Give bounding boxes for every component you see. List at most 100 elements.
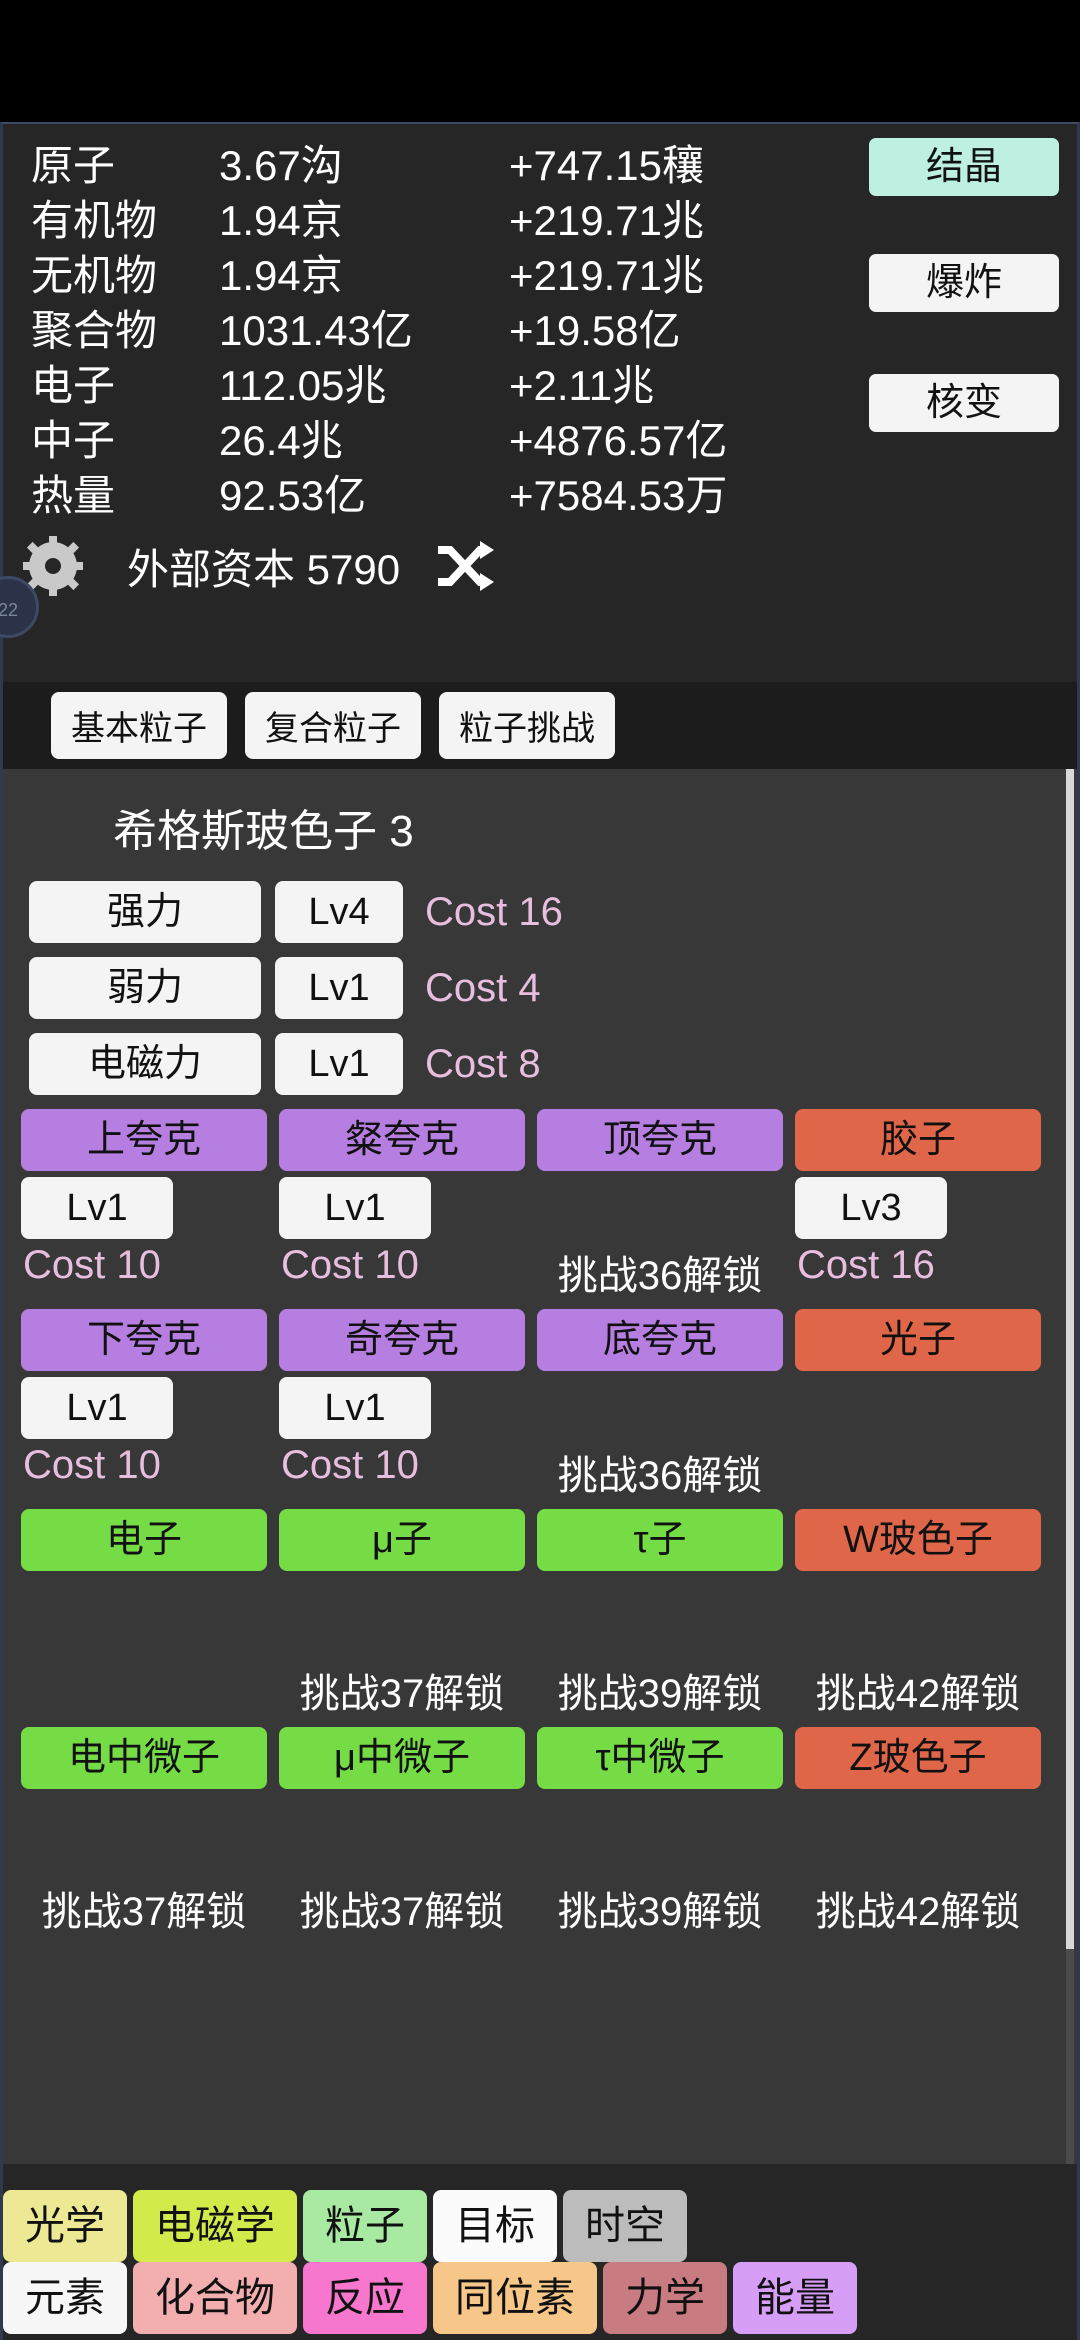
resource-value: 1.94京 xyxy=(219,252,343,299)
explode-button[interactable]: 爆炸 xyxy=(869,254,1059,312)
particle-tab-bar: 基本粒子 复合粒子 粒子挑战 xyxy=(0,682,1080,769)
particle-note-row: 挑战37解锁 挑战39解锁 挑战42解锁 xyxy=(21,1661,1077,1719)
nav-button-spacetime[interactable]: 时空 xyxy=(563,2190,687,2262)
particle-cell: 上夸克 Lv1 xyxy=(21,1109,267,1239)
particle-note-row: Cost 10 Cost 10 挑战36解锁 Cost 16 xyxy=(21,1243,1077,1301)
particle-note-muon-neutrino: 挑战37解锁 xyxy=(299,1890,505,1934)
resource-panel: 22 原子 3.67沟 +747.15穰 有机物 1.94京 +219.71兆 … xyxy=(0,122,1080,682)
force-button-electromagnetic[interactable]: 电磁力 xyxy=(29,1033,261,1095)
particle-cell: 下夸克 Lv1 xyxy=(21,1309,267,1439)
particle-level-placeholder xyxy=(537,1171,783,1239)
resource-value: 1031.43亿 xyxy=(219,307,413,354)
particle-note-electron-neutrino: 挑战37解锁 xyxy=(41,1890,247,1934)
particle-level-down-quark[interactable]: Lv1 xyxy=(21,1377,173,1439)
particle-button-tau-neutrino[interactable]: τ中微子 xyxy=(537,1727,783,1789)
bottom-nav-row-1: 光学 电磁学 粒子 目标 时空 xyxy=(3,2164,1077,2262)
fusion-button[interactable]: 核变 xyxy=(869,374,1059,432)
nav-button-particles[interactable]: 粒子 xyxy=(303,2190,427,2262)
scrollbar-thumb[interactable] xyxy=(1066,769,1074,1949)
grid-gap xyxy=(21,1789,1077,1875)
resource-name: 中子 xyxy=(31,417,116,464)
particle-button-photon[interactable]: 光子 xyxy=(795,1309,1041,1371)
particle-cell: μ子 xyxy=(279,1509,525,1571)
nav-button-elements[interactable]: 元素 xyxy=(3,2262,127,2334)
nav-button-mechanics[interactable]: 力学 xyxy=(603,2262,727,2334)
nav-button-energy[interactable]: 能量 xyxy=(733,2262,857,2334)
particle-button-electron-neutrino[interactable]: 电中微子 xyxy=(21,1727,267,1789)
particle-button-tau[interactable]: τ子 xyxy=(537,1509,783,1571)
particle-level-placeholder xyxy=(537,1371,783,1439)
tab-particle-challenges[interactable]: 粒子挑战 xyxy=(439,692,615,759)
particle-button-muon-neutrino[interactable]: μ中微子 xyxy=(279,1727,525,1789)
particle-grid-row: 电子 μ子 τ子 W玻色子 xyxy=(21,1509,1077,1571)
particle-button-z-boson[interactable]: Z玻色子 xyxy=(795,1727,1041,1789)
force-button-strong[interactable]: 强力 xyxy=(29,881,261,943)
particle-level-up-quark[interactable]: Lv1 xyxy=(21,1177,173,1239)
particle-note-row: 挑战37解锁 挑战37解锁 挑战39解锁 挑战42解锁 xyxy=(21,1879,1077,1937)
particle-button-top-quark[interactable]: 顶夸克 xyxy=(537,1109,783,1171)
particle-cell: μ中微子 xyxy=(279,1727,525,1789)
force-row: 强力 Lv4 Cost 16 xyxy=(3,881,1077,943)
tab-composite-particles[interactable]: 复合粒子 xyxy=(245,692,421,759)
nav-button-goals[interactable]: 目标 xyxy=(433,2190,557,2262)
force-row: 电磁力 Lv1 Cost 8 xyxy=(3,1033,1077,1095)
particle-button-charm-quark[interactable]: 粲夸克 xyxy=(279,1109,525,1171)
particle-button-gluon[interactable]: 胶子 xyxy=(795,1109,1041,1171)
particle-note-row: Cost 10 Cost 10 挑战36解锁 xyxy=(21,1443,1077,1501)
particle-button-strange-quark[interactable]: 奇夸克 xyxy=(279,1309,525,1371)
resource-name: 电子 xyxy=(31,362,116,409)
particle-button-up-quark[interactable]: 上夸克 xyxy=(21,1109,267,1171)
resource-name: 聚合物 xyxy=(31,307,158,354)
nav-button-compounds[interactable]: 化合物 xyxy=(133,2262,297,2334)
resource-rate: +19.58亿 xyxy=(509,307,681,354)
particle-button-bottom-quark[interactable]: 底夸克 xyxy=(537,1309,783,1371)
resource-name: 有机物 xyxy=(31,197,158,244)
status-bar xyxy=(0,0,1080,122)
particle-note-up-quark: Cost 10 xyxy=(23,1243,161,1287)
nav-button-reactions[interactable]: 反应 xyxy=(303,2262,427,2334)
force-cost-strong: Cost 16 xyxy=(425,889,563,934)
particle-level-charm-quark[interactable]: Lv1 xyxy=(279,1177,431,1239)
external-capital-label: 外部资本 5790 xyxy=(127,545,401,593)
force-level-weak[interactable]: Lv1 xyxy=(275,957,403,1019)
particle-cell: 顶夸克 xyxy=(537,1109,783,1239)
particle-note-muon: 挑战37解锁 xyxy=(299,1672,505,1716)
particle-cell: 胶子 Lv3 xyxy=(795,1109,1041,1239)
particle-cell: 电子 xyxy=(21,1509,267,1571)
page-title: 希格斯玻色子 3 xyxy=(113,807,414,856)
resource-value: 26.4兆 xyxy=(219,417,343,464)
tab-elementary-particles[interactable]: 基本粒子 xyxy=(51,692,227,759)
shuffle-icon[interactable] xyxy=(436,541,495,591)
particle-grid-row: 下夸克 Lv1 奇夸克 Lv1 底夸克 光子 xyxy=(21,1309,1077,1439)
force-level-electromagnetic[interactable]: Lv1 xyxy=(275,1033,403,1095)
particle-cell: τ子 xyxy=(537,1509,783,1571)
crystallize-button[interactable]: 结晶 xyxy=(869,138,1059,196)
resource-value: 112.05兆 xyxy=(219,362,387,409)
particle-note-charm-quark: Cost 10 xyxy=(281,1243,419,1287)
force-level-strong[interactable]: Lv4 xyxy=(275,881,403,943)
particle-level-gluon[interactable]: Lv3 xyxy=(795,1177,947,1239)
particle-note-tau: 挑战39解锁 xyxy=(557,1672,763,1716)
bottom-nav-row-2: 元素 化合物 反应 同位素 力学 能量 xyxy=(3,2262,1077,2334)
particle-button-muon[interactable]: μ子 xyxy=(279,1509,525,1571)
nav-button-optics[interactable]: 光学 xyxy=(3,2190,127,2262)
force-row: 弱力 Lv1 Cost 4 xyxy=(3,957,1077,1019)
force-button-weak[interactable]: 弱力 xyxy=(29,957,261,1019)
particle-level-placeholder xyxy=(795,1371,1041,1439)
resource-name: 无机物 xyxy=(31,252,158,299)
resource-rate: +7584.53万 xyxy=(509,472,728,519)
nav-button-isotopes[interactable]: 同位素 xyxy=(433,2262,597,2334)
particle-level-strange-quark[interactable]: Lv1 xyxy=(279,1377,431,1439)
resource-name: 原子 xyxy=(31,142,116,189)
particle-button-w-boson[interactable]: W玻色子 xyxy=(795,1509,1041,1571)
particle-button-electron[interactable]: 电子 xyxy=(21,1509,267,1571)
particle-cell: 粲夸克 Lv1 xyxy=(279,1109,525,1239)
nav-button-electromagnetism[interactable]: 电磁学 xyxy=(133,2190,297,2262)
app-screen: 22 原子 3.67沟 +747.15穰 有机物 1.94京 +219.71兆 … xyxy=(0,0,1080,2340)
particle-note-electron xyxy=(21,1661,267,1719)
particle-button-down-quark[interactable]: 下夸克 xyxy=(21,1309,267,1371)
particle-grid-row: 上夸克 Lv1 粲夸克 Lv1 顶夸克 胶子 Lv3 xyxy=(21,1109,1077,1239)
resource-name: 热量 xyxy=(31,472,116,519)
settings-row: 外部资本 5790 xyxy=(3,523,1077,609)
particle-note-tau-neutrino: 挑战39解锁 xyxy=(557,1890,763,1934)
